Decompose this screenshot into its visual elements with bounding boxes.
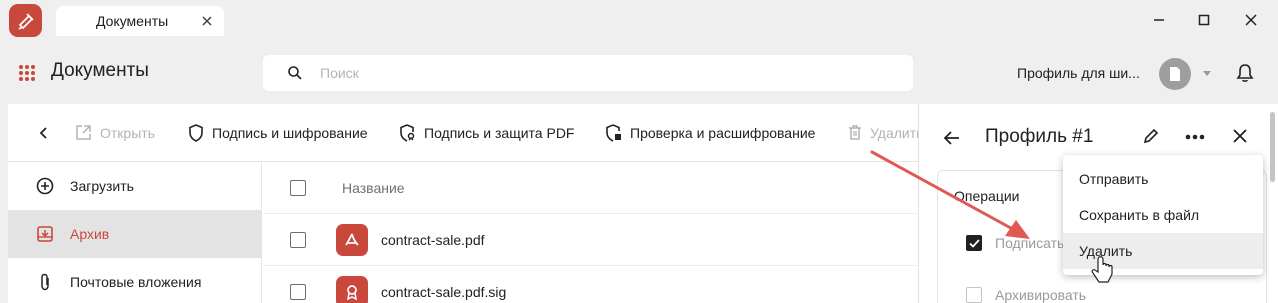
menu-item-save-to-file[interactable]: Сохранить в файл [1063,197,1263,233]
sign-checkbox[interactable] [966,235,982,251]
chevron-down-icon[interactable] [1203,71,1211,76]
file-name[interactable]: contract-sale.pdf.sig [381,284,506,300]
verify-decrypt-button[interactable]: Проверка и расшифрование [605,124,815,142]
operation-sign[interactable]: Подписать [966,235,1064,251]
close-window-icon[interactable] [1242,11,1260,29]
open-external-icon [76,125,91,140]
title-bar: Документы [0,0,1278,42]
avatar[interactable] [1159,58,1191,90]
search-input[interactable] [320,55,900,91]
bell-icon[interactable] [1236,63,1254,83]
sign-protect-pdf-button[interactable]: Подпись и защита PDF [399,124,574,142]
trash-icon [849,125,861,140]
tab-title: Документы [96,13,169,29]
apps-grid-icon[interactable] [18,64,36,82]
app-header: Документы Профиль для ши... [0,42,1278,104]
sidebar-item-label: Загрузить [70,178,134,194]
sign-encrypt-button[interactable]: Подпись и шифрование [188,124,368,142]
operation-archive[interactable]: Архивировать [966,287,1086,303]
checkmark-icon [968,238,980,248]
profile-name[interactable]: Профиль для ши... [1017,65,1140,81]
file-type-badge [336,223,368,256]
document-icon [1170,67,1180,81]
pdf-sign-icon [400,124,415,142]
sidebar-item-upload[interactable]: Загрузить [8,162,262,210]
delete-button[interactable]: Удалить [848,124,923,141]
main-content: Открыть Подпись и шифрование Подпись и з… [8,104,923,303]
file-name[interactable]: contract-sale.pdf [381,232,485,248]
close-icon[interactable] [200,14,214,28]
sidebar: Загрузить Архив Почтовые вложения [8,162,262,303]
menu-item-delete[interactable]: Удалить [1063,233,1263,269]
delete-label: Удалить [870,124,924,141]
verify-decrypt-label: Проверка и расшифрование [630,125,816,141]
operation-label: Подписать [995,235,1065,251]
table-header: Название [263,162,918,214]
row-checkbox[interactable] [290,283,306,300]
maximize-icon[interactable] [1195,11,1213,29]
close-icon[interactable] [1232,128,1248,144]
sign-encrypt-label: Подпись и шифрование [212,125,368,141]
minimize-icon[interactable] [1150,11,1168,29]
row-checkbox[interactable] [290,231,306,248]
archive-checkbox[interactable] [966,287,982,303]
app-title: Документы [51,60,149,81]
plus-circle-icon [36,177,54,195]
sidebar-item-label: Почтовые вложения [70,274,202,290]
more-menu: Отправить Сохранить в файл Удалить [1063,155,1263,275]
operations-title: Операции [954,188,1020,204]
file-list: Название contract-sale.pdf contract-sale… [263,162,918,303]
pencil-icon[interactable] [1143,128,1159,144]
panel-scrollbar[interactable] [1270,112,1275,182]
sidebar-item-mail-attachments[interactable]: Почтовые вложения [8,258,262,303]
open-button[interactable]: Открыть [75,124,155,141]
shield-check-icon [606,124,621,142]
operation-label: Архивировать [995,287,1087,303]
more-icon[interactable] [1185,134,1205,140]
file-type-badge [336,275,368,303]
tab-documents[interactable]: Документы [56,6,224,36]
search-icon [288,66,302,80]
pdf-icon [345,233,359,246]
paperclip-icon [41,273,49,291]
panel-title: Профиль #1 [985,126,1094,147]
arrow-left-icon[interactable] [943,130,961,146]
menu-item-send[interactable]: Отправить [1063,161,1263,197]
toolbar: Открыть Подпись и шифрование Подпись и з… [8,104,923,162]
select-all-checkbox[interactable] [290,179,306,196]
sign-protect-pdf-label: Подпись и защита PDF [424,125,575,141]
column-name-header[interactable]: Название [342,180,405,196]
chevron-left-icon[interactable] [38,126,48,140]
signature-icon [347,284,357,300]
sidebar-item-label: Архив [70,226,110,242]
app-logo [9,4,42,37]
table-row[interactable]: contract-sale.pdf.sig [263,266,918,303]
table-row[interactable]: contract-sale.pdf [263,214,918,266]
archive-icon [37,226,53,242]
search-box[interactable] [263,55,913,91]
shield-icon [189,124,203,142]
open-label: Открыть [100,124,155,141]
signature-pen-icon [18,12,34,30]
sidebar-item-archive[interactable]: Архив [8,210,262,258]
